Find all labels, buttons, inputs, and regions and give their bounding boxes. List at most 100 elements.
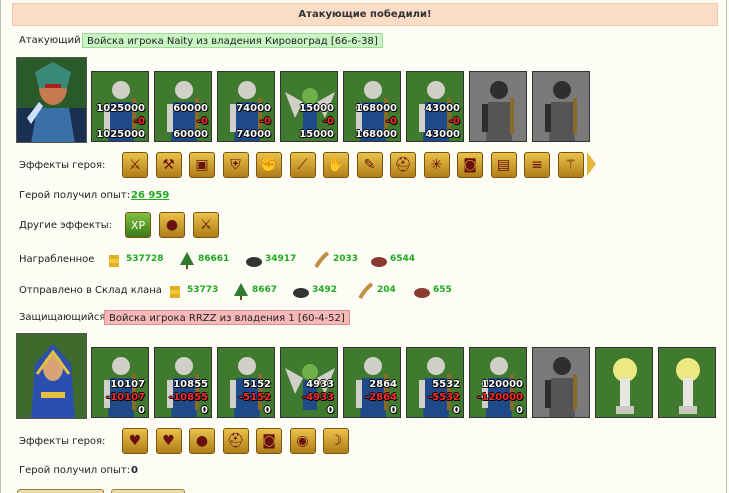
unit-10[interactable] <box>658 347 716 418</box>
battle-result-banner: Атакующие победили! <box>12 3 718 26</box>
unit-count: 15000 <box>299 103 334 114</box>
attacker-exp-value[interactable]: 26 959 <box>131 190 169 201</box>
unit-7[interactable] <box>469 71 527 142</box>
unit-count: 43000 <box>425 103 460 114</box>
unit-count: 5532 <box>432 379 460 390</box>
unit-loss: -0 <box>133 116 145 127</box>
unit-remaining: 0 <box>264 405 271 416</box>
unit-6[interactable]: 5532 -5532 0 <box>406 347 464 418</box>
unit-count: 10107 <box>110 379 145 390</box>
unit-loss: -4933 <box>302 392 334 403</box>
effects-scroll-right-icon[interactable] <box>587 152 596 176</box>
unit-count: 5152 <box>243 379 271 390</box>
sword-icon[interactable]: ⚔ <box>122 152 148 178</box>
resource-value: 8667 <box>252 285 278 295</box>
unit-remaining: 74000 <box>236 129 271 140</box>
chest-icon[interactable]: ▣ <box>189 152 215 178</box>
xp-icon[interactable]: XP <box>125 212 151 238</box>
unit-loss: -10855 <box>169 392 208 403</box>
helmet-icon[interactable]: ⛑ <box>390 152 416 178</box>
shield-icon[interactable]: ⛨ <box>222 152 249 178</box>
light-tower-icon <box>659 348 715 417</box>
grain-icon <box>314 251 330 269</box>
unit-loss: -0 <box>196 116 208 127</box>
coins-icon[interactable]: ● <box>159 212 185 238</box>
book-icon[interactable]: ▤ <box>490 152 517 178</box>
unit-remaining: 43000 <box>425 129 460 140</box>
unit-loss: -0 <box>385 116 397 127</box>
stone-icon <box>414 288 430 298</box>
unit-loss: -0 <box>322 116 334 127</box>
unit-7[interactable]: 120000 -120000 0 <box>469 347 527 418</box>
arm-icon[interactable]: ✊ <box>256 152 282 178</box>
web-icon[interactable]: ✳ <box>423 152 450 178</box>
resource-value: 204 <box>377 285 396 295</box>
unit-count: 168000 <box>355 103 397 114</box>
attacker-hero-image <box>17 58 86 142</box>
unit-loss: -5532 <box>428 392 460 403</box>
resource-value: 86661 <box>198 254 230 264</box>
unit-remaining: 0 <box>327 405 334 416</box>
hooded-monk-icon <box>470 72 526 141</box>
action-button-1[interactable] <box>17 489 104 493</box>
resource-value: 6544 <box>390 254 416 264</box>
unit-2[interactable]: 10855 -10855 0 <box>154 347 212 418</box>
armor-icon[interactable]: ◙ <box>457 152 483 178</box>
unit-remaining: 0 <box>453 405 460 416</box>
heart-icon[interactable]: ♥ <box>122 428 148 454</box>
unit-6[interactable]: 43000 -0 43000 <box>406 71 464 142</box>
defender-label: Защищающийся <box>19 312 106 323</box>
unit-2[interactable]: 60000 -0 60000 <box>154 71 212 142</box>
staff-icon[interactable]: ⚚ <box>557 152 584 178</box>
unit-remaining: 60000 <box>173 129 208 140</box>
unit-loss: -10107 <box>106 392 145 403</box>
ore-icon <box>246 257 262 267</box>
resource-value: 2033 <box>333 254 359 264</box>
unit-5[interactable]: 2864 -2864 0 <box>343 347 401 418</box>
apple-icon[interactable]: ● <box>189 428 215 454</box>
defender-hero-portrait[interactable] <box>16 333 87 419</box>
gold-icon <box>170 286 180 298</box>
unit-count: 60000 <box>173 103 208 114</box>
unit-remaining: 15000 <box>299 129 334 140</box>
heart-sword-icon[interactable]: ♥ <box>155 428 182 454</box>
armor-icon[interactable]: ◙ <box>256 428 282 454</box>
unit-count: 10855 <box>173 379 208 390</box>
resource-value: 655 <box>433 285 452 295</box>
unit-8[interactable] <box>532 347 590 418</box>
unit-count: 74000 <box>236 103 271 114</box>
unit-loss: -0 <box>448 116 460 127</box>
unit-9[interactable] <box>595 347 653 418</box>
defender-effects-label: Эффекты героя: <box>19 436 106 447</box>
unit-3[interactable]: 74000 -0 74000 <box>217 71 275 142</box>
blade-icon[interactable]: ⟋ <box>289 152 316 178</box>
unit-5[interactable]: 168000 -0 168000 <box>343 71 401 142</box>
attacker-exp-label: Герой получил опыт: <box>19 190 131 201</box>
unit-remaining: 0 <box>201 405 208 416</box>
unit-4[interactable]: 4933 -4933 0 <box>280 347 338 418</box>
unit-1[interactable]: 10107 -10107 0 <box>91 347 149 418</box>
defender-hero-image <box>17 334 86 418</box>
scroll-icon[interactable]: ✎ <box>356 152 383 178</box>
clan-storage-label: Отправлено в Склад клана <box>19 285 162 296</box>
unit-4[interactable]: 15000 -0 15000 <box>280 71 338 142</box>
sword-hand-icon[interactable]: ⚔ <box>193 212 219 238</box>
attacker-label: Атакующий <box>19 35 81 46</box>
resource-value: 537728 <box>126 254 164 264</box>
parchment-icon[interactable]: ≡ <box>524 152 550 178</box>
helmet-icon[interactable]: ⛑ <box>222 428 249 454</box>
coin-icon[interactable]: ◉ <box>289 428 316 454</box>
resource-value: 3492 <box>312 285 338 295</box>
unit-remaining: 0 <box>390 405 397 416</box>
resource-value: 34917 <box>265 254 297 264</box>
action-button-2[interactable] <box>111 489 185 493</box>
unit-8[interactable] <box>532 71 590 142</box>
attacker-effects-label: Эффекты героя: <box>19 160 106 171</box>
attacker-hero-portrait[interactable] <box>16 57 87 143</box>
bow-icon[interactable]: ☽ <box>323 428 349 454</box>
unit-3[interactable]: 5152 -5152 0 <box>217 347 275 418</box>
unit-remaining: 1025000 <box>96 129 145 140</box>
unit-1[interactable]: 1025000 -0 1025000 <box>91 71 149 142</box>
handshake-icon[interactable]: ✋ <box>323 152 349 178</box>
axe-icon[interactable]: ⚒ <box>155 152 182 178</box>
